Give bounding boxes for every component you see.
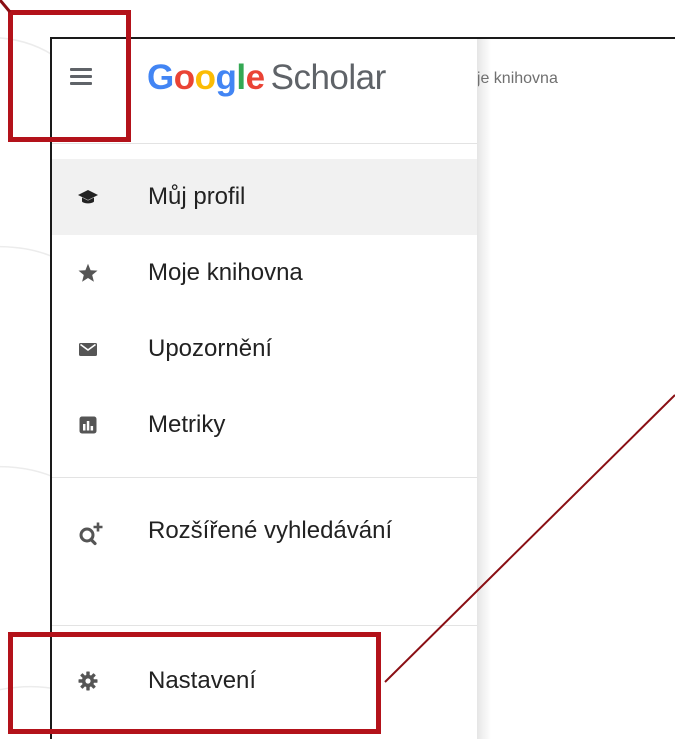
side-drawer: Google Scholar Můj profil Moje knihovna … (52, 39, 478, 739)
screenshot-frame: oje knihovna Google Scholar Můj profil M… (50, 37, 675, 739)
drawer-item-alerts[interactable]: Upozornění (52, 311, 477, 387)
drawer-item-my-library[interactable]: Moje knihovna (52, 235, 477, 311)
drawer-divider (52, 625, 477, 626)
drawer-item-label: Můj profil (148, 183, 246, 210)
drawer-shadow (477, 39, 491, 739)
logo-letter: g (215, 58, 237, 97)
drawer-item-advanced-search[interactable]: Rozšířené vyhledávání (52, 485, 477, 613)
drawer-nav-list-secondary: Rozšířené vyhledávání (52, 485, 477, 613)
drawer-header: Google Scholar (52, 39, 477, 144)
drawer-divider (52, 477, 477, 478)
logo-letter: e (245, 58, 265, 97)
drawer-item-label: Metriky (148, 411, 226, 438)
graduation-cap-icon (78, 190, 98, 204)
gear-icon (78, 671, 98, 691)
google-scholar-logo[interactable]: Google Scholar (147, 56, 386, 100)
drawer-item-label: Rozšířené vyhledávání (148, 517, 393, 544)
logo-letter: o (194, 58, 216, 97)
slide-stage: oje knihovna Google Scholar Můj profil M… (0, 0, 675, 739)
metrics-chart-icon (79, 416, 97, 434)
page-breadcrumb[interactable]: oje knihovna (468, 70, 558, 88)
star-icon (78, 263, 98, 282)
drawer-item-label: Upozornění (148, 335, 273, 362)
drawer-nav-list: Můj profil Moje knihovna Upozornění Metr… (52, 159, 477, 463)
logo-letter: l (236, 58, 246, 97)
hamburger-menu-icon[interactable] (70, 68, 92, 86)
drawer-item-label: Nastavení (148, 667, 257, 694)
advanced-search-icon (79, 522, 103, 546)
drawer-item-label: Moje knihovna (148, 259, 303, 286)
drawer-item-settings[interactable]: Nastavení (52, 643, 477, 719)
logo-product-name: Scholar (270, 58, 387, 97)
envelope-icon (79, 343, 97, 356)
drawer-nav-list-tertiary: Nastavení (52, 643, 477, 719)
logo-letter: G (147, 58, 174, 97)
page-area (477, 39, 675, 739)
drawer-item-my-profile[interactable]: Můj profil (52, 159, 477, 235)
logo-letter: o (173, 58, 195, 97)
drawer-item-metrics[interactable]: Metriky (52, 387, 477, 463)
